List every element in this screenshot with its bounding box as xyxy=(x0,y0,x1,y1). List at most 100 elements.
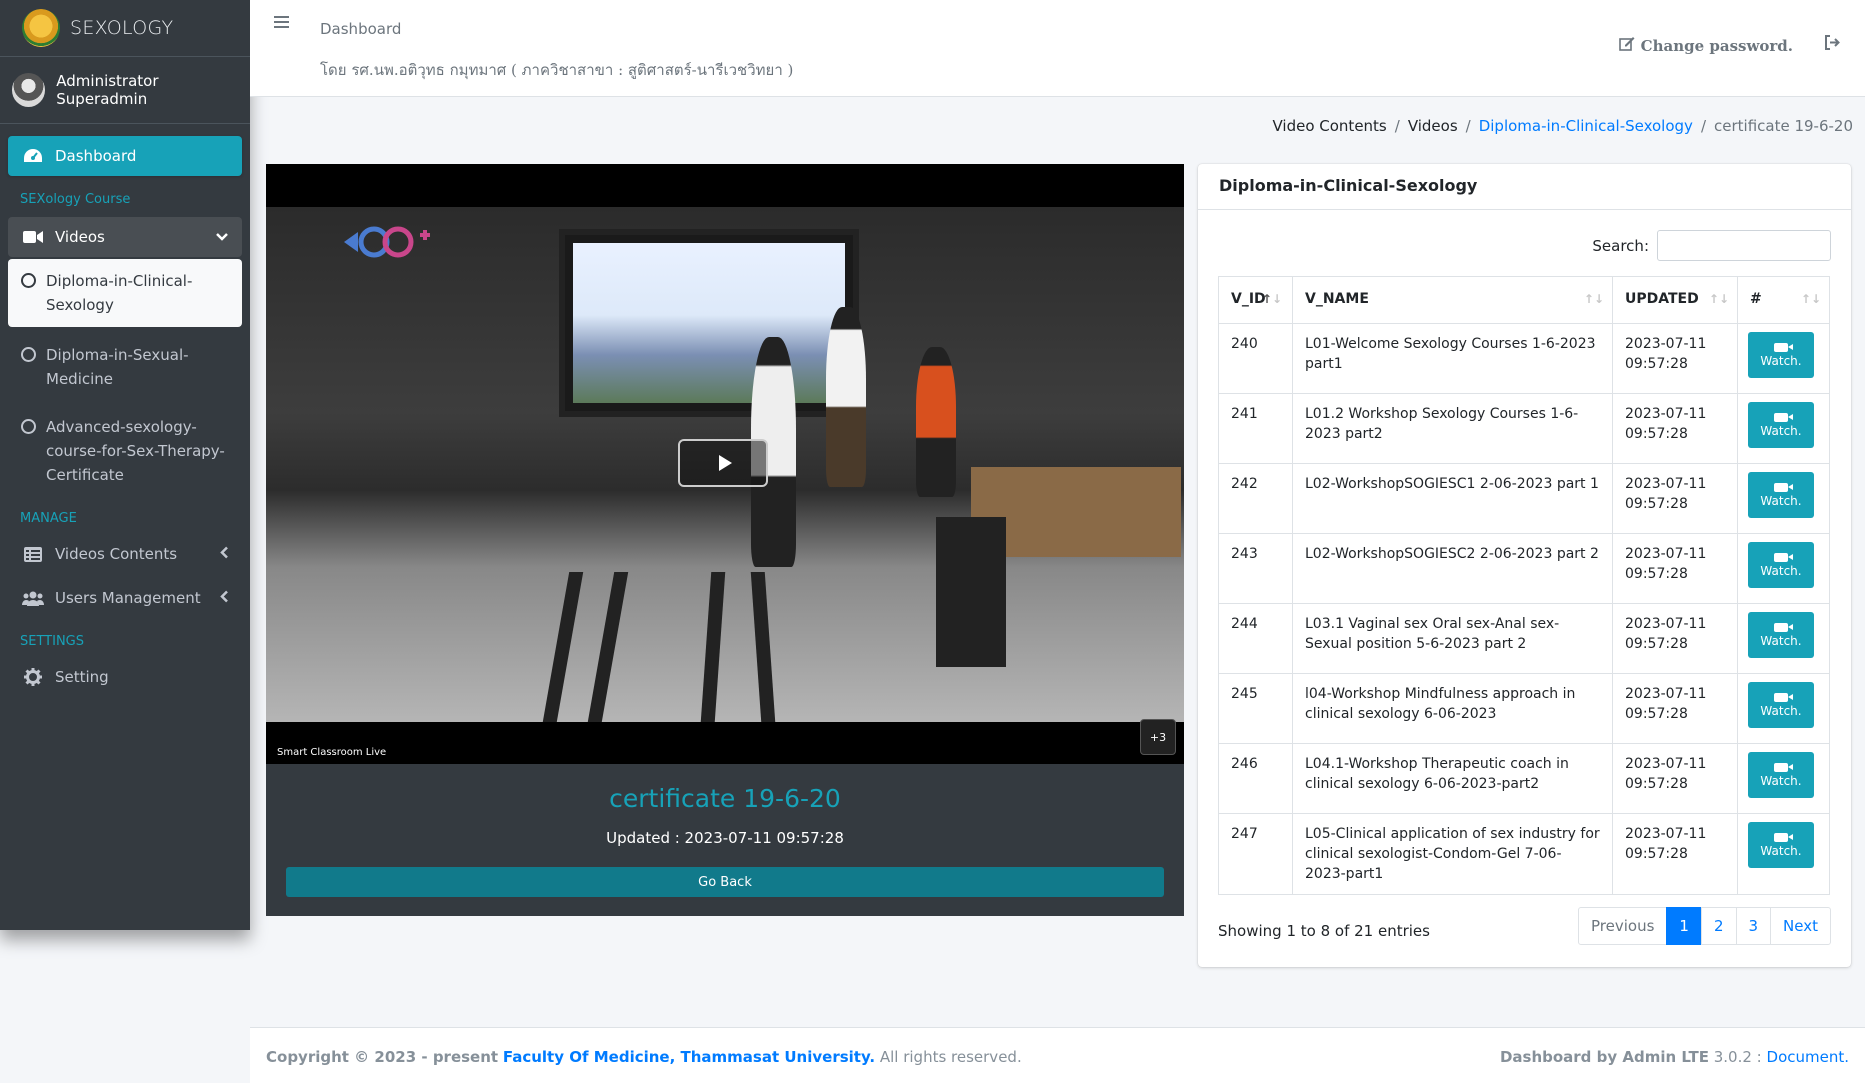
floor-stripe xyxy=(587,572,629,722)
video-title: certificate 19-6-20 xyxy=(609,784,841,813)
footer-version: 3.0.2 : xyxy=(1713,1048,1762,1066)
watch-button[interactable]: Watch. xyxy=(1748,402,1814,448)
sidebar-subitem-clinical-sexology[interactable]: Diploma-in-Clinical-Sexology xyxy=(8,259,242,327)
sidebar-item-label: Setting xyxy=(55,668,109,686)
logout-icon[interactable] xyxy=(1824,35,1841,55)
watch-button[interactable]: Watch. xyxy=(1748,472,1814,518)
floor-stripe xyxy=(700,572,726,722)
sort-icon: ↑↓ xyxy=(1583,292,1604,306)
floor-stripe xyxy=(542,572,584,722)
sidebar-nav: Dashboard SEXology Course Videos Diploma… xyxy=(0,124,250,711)
watch-button[interactable]: Watch. xyxy=(1748,752,1814,798)
breadcrumb-video-contents[interactable]: Video Contents xyxy=(1272,117,1386,135)
brand-link[interactable]: SEXOLOGY xyxy=(0,0,250,57)
circle-icon xyxy=(21,273,36,288)
breadcrumb-separator: / xyxy=(1394,117,1400,135)
column-header-v-id[interactable]: V_ID ↑↓ xyxy=(1218,276,1293,324)
cell-updated-date: 2023-07-11 xyxy=(1625,616,1707,632)
cell-v-name: L02-WorkshopSOGIESC2 2-06-2023 part 2 xyxy=(1292,533,1613,604)
sidebar-item-label: Videos xyxy=(55,228,105,246)
participants-badge[interactable]: +3 xyxy=(1140,719,1176,755)
watch-button-label: Watch. xyxy=(1760,633,1802,648)
cell-v-id: 246 xyxy=(1218,743,1293,814)
pagination-previous[interactable]: Previous xyxy=(1578,907,1668,945)
breadcrumb-videos[interactable]: Videos xyxy=(1408,117,1458,135)
breadcrumb-course[interactable]: Diploma-in-Clinical-Sexology xyxy=(1479,117,1693,135)
brand-logo-icon xyxy=(22,9,60,47)
cell-action: Watch. xyxy=(1737,393,1830,464)
video-list-card: Diploma-in-Clinical-Sexology Search: V_I… xyxy=(1198,164,1851,967)
watch-button[interactable]: Watch. xyxy=(1748,822,1814,868)
footer-document-link[interactable]: Document. xyxy=(1767,1048,1849,1066)
cell-v-id: 245 xyxy=(1218,673,1293,744)
play-button[interactable] xyxy=(678,439,768,487)
dashboard-gauge-icon xyxy=(21,148,45,164)
go-back-button[interactable]: Go Back xyxy=(286,867,1164,897)
cell-v-name: L01.2 Workshop Sexology Courses 1-6-2023… xyxy=(1292,393,1613,464)
video-table: V_ID ↑↓ V_NAME ↑↓ UPDATED ↑↓ # ↑↓ 240 L01-Wel… xyxy=(1218,276,1830,895)
cell-updated-date: 2023-07-11 xyxy=(1625,826,1707,842)
sort-icon: ↑↓ xyxy=(1800,292,1821,306)
sidebar-item-videos-contents[interactable]: Videos Contents xyxy=(8,532,242,576)
sidebar-item-label: Videos Contents xyxy=(55,545,178,563)
pagination-page-3[interactable]: 3 xyxy=(1735,907,1772,945)
cell-action: Watch. xyxy=(1737,813,1830,895)
breadcrumb: Video Contents / Videos / Diploma-in-Cli… xyxy=(1272,117,1853,135)
table-header-row: V_ID ↑↓ V_NAME ↑↓ UPDATED ↑↓ # ↑↓ xyxy=(1218,276,1830,324)
video-camera-icon xyxy=(1774,692,1793,702)
cell-updated: 2023-07-11 09:57:28 xyxy=(1612,673,1738,744)
column-header-updated[interactable]: UPDATED ↑↓ xyxy=(1612,276,1738,324)
sidebar-subitem-advanced-sexology[interactable]: Advanced-sexology-course-for-Sex-Therapy… xyxy=(8,405,242,497)
cell-action: Watch. xyxy=(1737,323,1830,394)
footer: Copyright © 2023 - present Faculty Of Me… xyxy=(250,1027,1865,1083)
pagination-page-1[interactable]: 1 xyxy=(1666,907,1702,945)
cell-updated-time: 09:57:28 xyxy=(1625,846,1688,862)
cell-action: Watch. xyxy=(1737,743,1830,814)
table-row: 245 l04-Workshop Mindfulness approach in … xyxy=(1218,673,1830,744)
sidebar-subitem-label: Advanced-sexology-course-for-Sex-Therapy… xyxy=(46,418,225,484)
table-row: 244 L03.1 Vaginal sex Oral sex-Anal sex-S… xyxy=(1218,603,1830,674)
watch-button[interactable]: Watch. xyxy=(1748,682,1814,728)
table-info: Showing 1 to 8 of 21 entries xyxy=(1218,922,1430,940)
change-password-link[interactable]: Change password. xyxy=(1618,36,1793,55)
column-header-v-name[interactable]: V_NAME ↑↓ xyxy=(1292,276,1613,324)
video-player[interactable]: Smart Classroom Live +3 xyxy=(266,164,1184,764)
search-label: Search: xyxy=(1592,236,1649,255)
chevron-down-icon xyxy=(216,230,228,244)
user-name[interactable]: Administrator Superadmin xyxy=(56,72,250,108)
watch-button[interactable]: Watch. xyxy=(1748,332,1814,378)
user-panel[interactable]: Administrator Superadmin xyxy=(0,57,250,124)
search-input[interactable] xyxy=(1657,230,1831,261)
nav-header-settings: SETTINGS xyxy=(20,634,85,649)
sidebar-item-videos[interactable]: Videos xyxy=(8,217,242,257)
cell-action: Watch. xyxy=(1737,603,1830,674)
cell-v-id: 241 xyxy=(1218,393,1293,464)
video-updated: Updated : 2023-07-11 09:57:28 xyxy=(606,829,844,847)
play-icon xyxy=(718,455,732,471)
cell-action: Watch. xyxy=(1737,463,1830,534)
video-camera-icon xyxy=(1774,482,1793,492)
cell-updated-date: 2023-07-11 xyxy=(1625,756,1707,772)
footer-org-link[interactable]: Faculty Of Medicine, Thammasat Universit… xyxy=(503,1048,875,1066)
watch-button[interactable]: Watch. xyxy=(1748,542,1814,588)
cell-updated-date: 2023-07-11 xyxy=(1625,406,1707,422)
sidebar-item-users-management[interactable]: Users Management xyxy=(8,576,242,620)
attendee-figure xyxy=(826,307,866,487)
avatar xyxy=(12,73,46,107)
cell-v-id: 247 xyxy=(1218,813,1293,895)
column-header-action[interactable]: # ↑↓ xyxy=(1737,276,1830,324)
video-player-card: Smart Classroom Live +3 certificate 19-6… xyxy=(266,164,1184,916)
cell-updated-time: 09:57:28 xyxy=(1625,356,1688,372)
cell-updated-date: 2023-07-11 xyxy=(1625,686,1707,702)
sidebar-item-setting[interactable]: Setting xyxy=(8,655,242,699)
watch-button[interactable]: Watch. xyxy=(1748,612,1814,658)
watch-button-label: Watch. xyxy=(1760,423,1802,438)
video-camera-icon xyxy=(1774,342,1793,352)
cell-v-id: 242 xyxy=(1218,463,1293,534)
pagination-page-2[interactable]: 2 xyxy=(1700,907,1737,945)
menu-toggle-icon[interactable] xyxy=(274,16,289,28)
pagination-next[interactable]: Next xyxy=(1770,907,1831,945)
sort-icon: ↑↓ xyxy=(1708,292,1729,306)
sidebar-item-dashboard[interactable]: Dashboard xyxy=(8,136,242,176)
sidebar-subitem-sexual-medicine[interactable]: Diploma-in-Sexual-Medicine xyxy=(8,333,242,401)
